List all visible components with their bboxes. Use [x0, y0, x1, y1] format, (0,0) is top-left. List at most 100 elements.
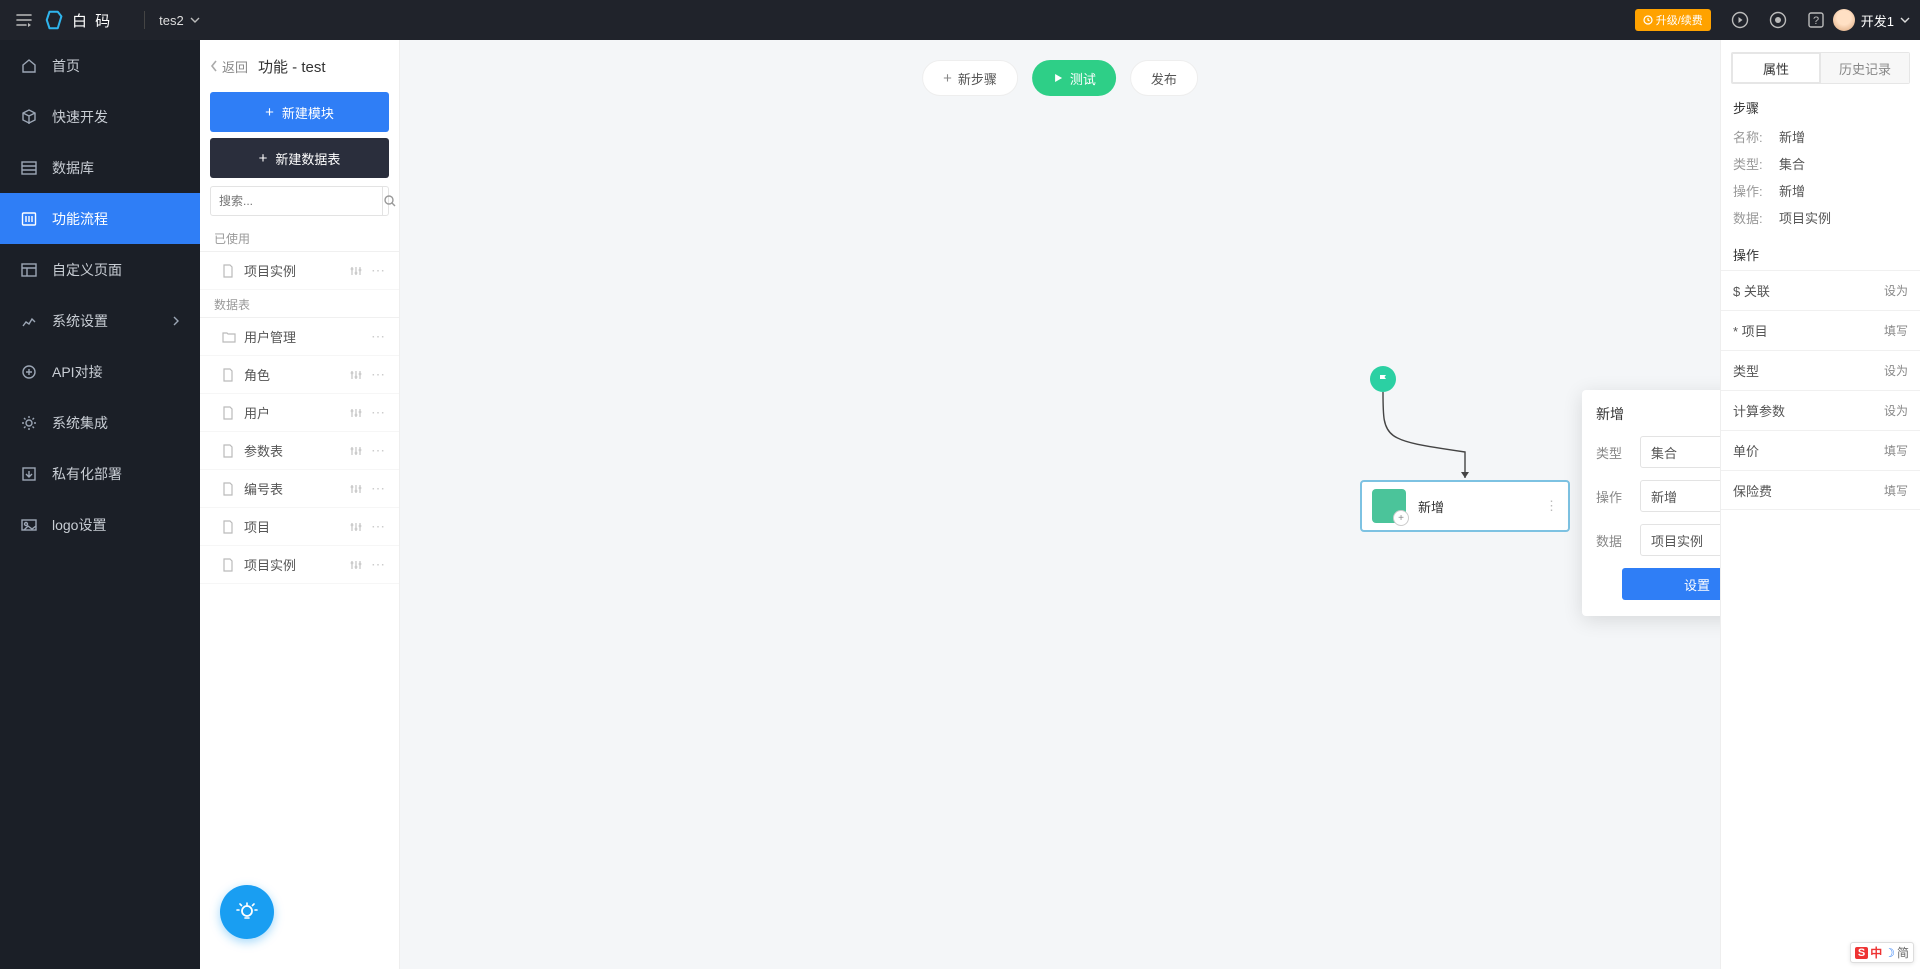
clock-icon — [1643, 15, 1653, 25]
btn-label: 新步骤 — [958, 69, 997, 88]
project-name: tes2 — [159, 13, 184, 28]
op-item[interactable]: 计算参数设为 — [1721, 390, 1920, 430]
more-icon[interactable]: ⋯ — [371, 442, 385, 459]
tree-item[interactable]: 用户管理 ⋯ — [200, 318, 399, 356]
nav-settings[interactable]: 系统设置 — [0, 295, 200, 346]
more-icon[interactable]: ⋯ — [371, 480, 385, 497]
popup-settings-button[interactable]: 设置 — [1622, 568, 1720, 600]
help-icon[interactable]: ? — [1807, 11, 1825, 29]
cloud-icon[interactable] — [1769, 11, 1787, 29]
op-label: 计算参数 — [1733, 401, 1785, 420]
more-icon[interactable]: ⋯ — [371, 366, 385, 383]
home-icon — [20, 57, 38, 75]
op-item[interactable]: 保险费填写 — [1721, 470, 1920, 510]
divider — [144, 11, 145, 29]
tree-item[interactable]: 项目实例⋯ — [200, 252, 399, 290]
new-step-button[interactable]: +新步骤 — [922, 60, 1018, 96]
hint-fab[interactable] — [220, 885, 274, 939]
upgrade-button[interactable]: 升级/续费 — [1635, 9, 1711, 31]
more-icon[interactable]: ⋯ — [371, 328, 385, 345]
op-label: 保险费 — [1733, 481, 1772, 500]
more-icon[interactable]: ⋯ — [371, 518, 385, 535]
nav-logo[interactable]: logo设置 — [0, 499, 200, 550]
nav-label: 功能流程 — [52, 209, 108, 229]
ime-jian: 简 — [1897, 944, 1909, 961]
tab-history[interactable]: 历史记录 — [1820, 53, 1909, 83]
op-item[interactable]: 类型 设为 — [1721, 350, 1920, 390]
tree-item[interactable]: 参数表⋯ — [200, 432, 399, 470]
tree-item-label: 用户管理 — [244, 327, 296, 346]
more-icon[interactable]: ⋯ — [371, 556, 385, 573]
nav-home[interactable]: 首页 — [0, 40, 200, 91]
more-icon[interactable]: ⋯ — [371, 262, 385, 279]
search-icon — [383, 194, 397, 208]
user-menu[interactable]: 开发1 — [1833, 9, 1910, 31]
logo-text: 白 码 — [72, 10, 112, 31]
sliders-icon[interactable] — [349, 444, 363, 458]
nav-label: 首页 — [52, 56, 80, 76]
search-button[interactable] — [382, 187, 397, 215]
nav-label: 系统设置 — [52, 311, 108, 331]
back-button[interactable]: 返回 — [210, 57, 248, 76]
op-action: 填写 — [1884, 322, 1908, 339]
image-icon — [20, 516, 38, 534]
publish-button[interactable]: 发布 — [1130, 60, 1198, 96]
sliders-icon[interactable] — [349, 406, 363, 420]
start-node[interactable] — [1370, 366, 1396, 392]
kv-key: 操作: — [1733, 181, 1779, 200]
tree-item-label: 项目 — [244, 517, 270, 536]
popup-select[interactable]: 项目实例 — [1640, 524, 1720, 556]
nav-deploy[interactable]: 私有化部署 — [0, 448, 200, 499]
kv-value: 项目实例 — [1779, 208, 1831, 227]
op-label: $ 关联 — [1733, 281, 1770, 300]
new-table-button[interactable]: +新建数据表 — [210, 138, 389, 178]
chart-icon — [20, 312, 38, 330]
menu-toggle-icon[interactable] — [10, 6, 38, 34]
nav-api[interactable]: API对接 — [0, 346, 200, 397]
popup-select[interactable]: 新增 — [1640, 480, 1720, 512]
section-ops: 操作 — [1721, 239, 1920, 270]
tree-item[interactable]: 用户⋯ — [200, 394, 399, 432]
more-icon[interactable]: ⋮ — [1545, 498, 1558, 514]
op-label: 类型 — [1733, 361, 1759, 380]
tabs: 属性 历史记录 — [1731, 52, 1910, 84]
nav-label: API对接 — [52, 362, 103, 382]
nav-database[interactable]: 数据库 — [0, 142, 200, 193]
op-item[interactable]: * 项目填写 — [1721, 310, 1920, 350]
nav-flow[interactable]: 功能流程 — [0, 193, 200, 244]
canvas[interactable]: +新步骤 测试 发布 新增 ⋮ 新增 类型集合操作新增数据项目实例 设置 — [400, 40, 1720, 969]
sliders-icon[interactable] — [349, 558, 363, 572]
step-node[interactable]: 新增 ⋮ — [1360, 480, 1570, 532]
nav-custompage[interactable]: 自定义页面 — [0, 244, 200, 295]
group-used: 已使用 — [200, 224, 399, 252]
tree-item[interactable]: 编号表⋯ — [200, 470, 399, 508]
tab-attributes[interactable]: 属性 — [1732, 53, 1820, 83]
op-item[interactable]: $ 关联设为 — [1721, 270, 1920, 310]
kv-key: 名称: — [1733, 127, 1779, 146]
popup-row-label: 类型 — [1596, 443, 1630, 462]
tree-item[interactable]: 项目实例⋯ — [200, 546, 399, 584]
op-item[interactable]: 单价填写 — [1721, 430, 1920, 470]
chevron-right-icon — [172, 316, 180, 326]
search-input[interactable] — [211, 187, 382, 215]
test-button[interactable]: 测试 — [1032, 60, 1116, 96]
file-icon — [222, 264, 236, 278]
nav-integration[interactable]: 系统集成 — [0, 397, 200, 448]
play-icon — [1052, 72, 1064, 84]
project-selector[interactable]: tes2 — [159, 13, 200, 28]
nav-quickdev[interactable]: 快速开发 — [0, 91, 200, 142]
tree-item[interactable]: 项目 ⋯ — [200, 508, 399, 546]
sliders-icon[interactable] — [349, 520, 363, 534]
sliders-icon[interactable] — [349, 482, 363, 496]
tree-item[interactable]: 角色⋯ — [200, 356, 399, 394]
op-action: 设为 — [1884, 362, 1908, 379]
ime-zh: 中 — [1870, 944, 1882, 961]
sliders-icon[interactable] — [349, 264, 363, 278]
new-module-button[interactable]: +新建模块 — [210, 92, 389, 132]
more-icon[interactable]: ⋯ — [371, 404, 385, 421]
file-icon — [222, 368, 236, 382]
popup-select[interactable]: 集合 — [1640, 436, 1720, 468]
file-icon — [222, 406, 236, 420]
play-icon[interactable] — [1731, 11, 1749, 29]
sliders-icon[interactable] — [349, 368, 363, 382]
